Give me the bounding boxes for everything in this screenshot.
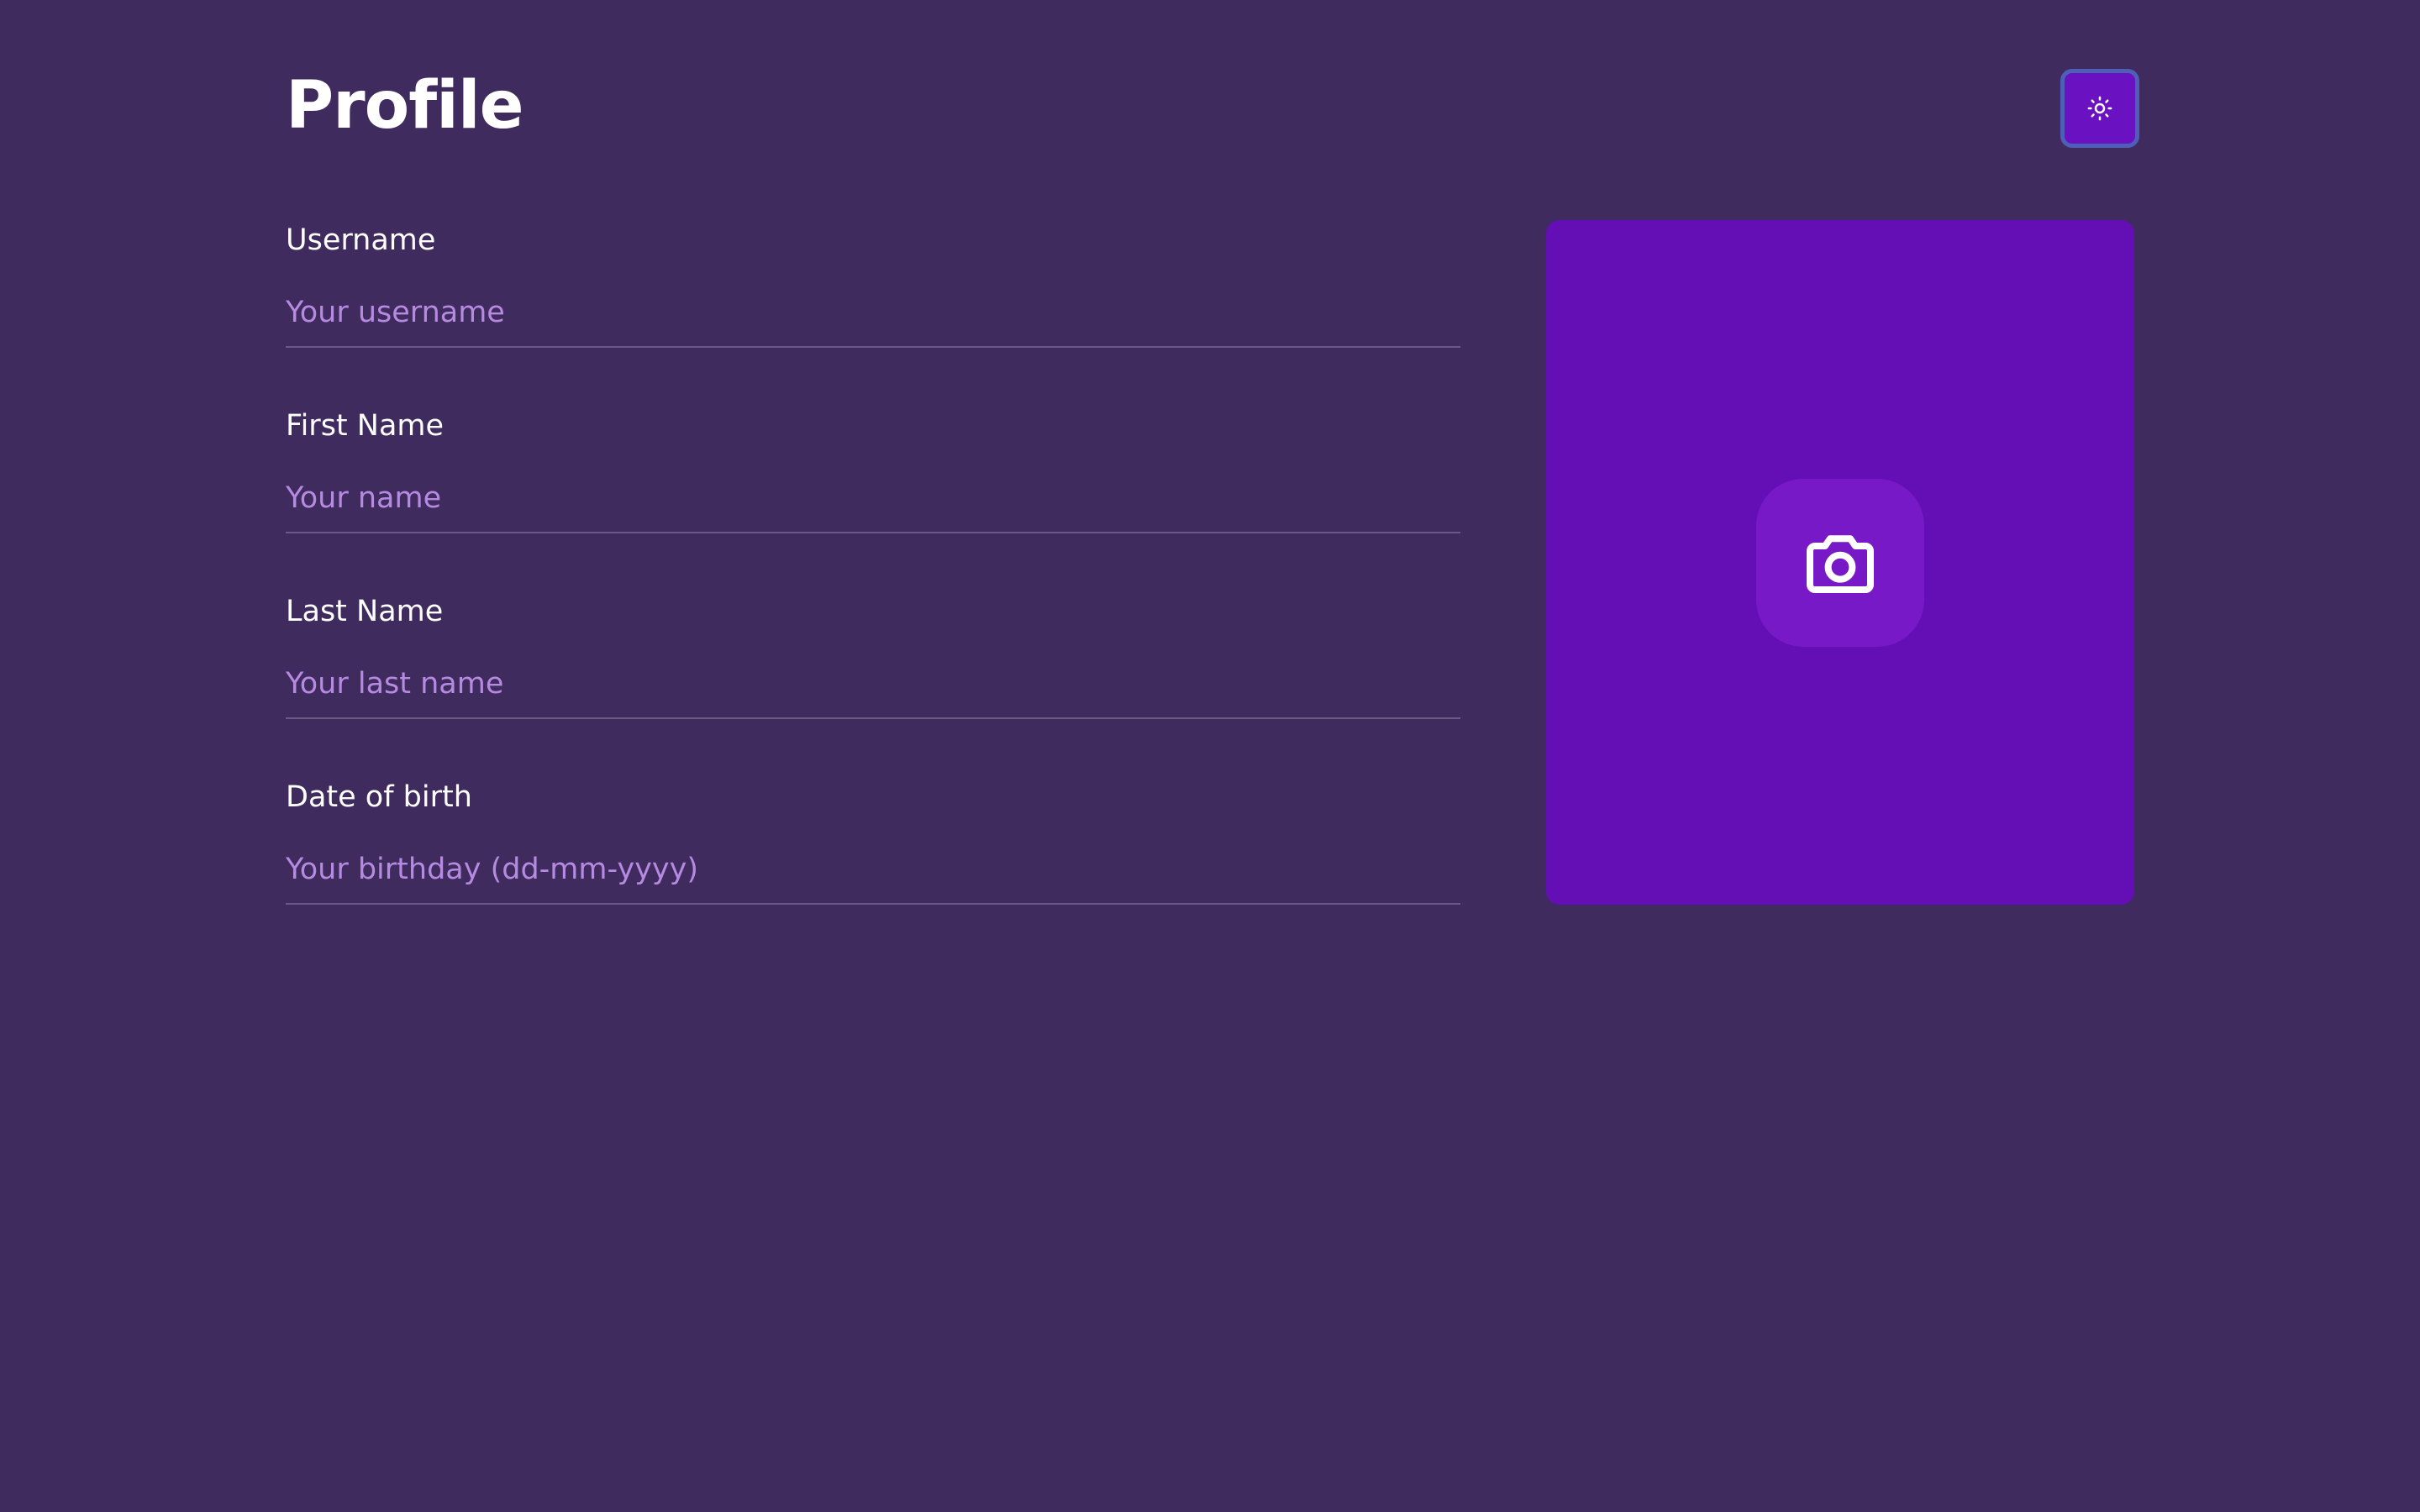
upload-photo-button[interactable] <box>1756 479 1924 647</box>
date-of-birth-label: Date of birth <box>286 780 472 814</box>
camera-icon <box>1807 535 1874 593</box>
username-label: Username <box>286 223 436 257</box>
page-title: Profile <box>286 68 524 144</box>
last-name-field-group: Last Name <box>286 591 1460 777</box>
last-name-label: Last Name <box>286 595 444 628</box>
date-of-birth-input[interactable] <box>286 836 1460 905</box>
first-name-field-group: First Name <box>286 406 1460 591</box>
first-name-label: First Name <box>286 409 445 443</box>
last-name-input[interactable] <box>286 650 1460 719</box>
username-input[interactable] <box>286 279 1460 348</box>
sun-icon <box>2087 96 2112 121</box>
first-name-input[interactable] <box>286 465 1460 533</box>
theme-toggle-button[interactable] <box>2060 69 2139 148</box>
username-field-group: Username <box>286 220 1460 406</box>
profile-form: Username First Name Last Name Date of bi… <box>286 220 1460 963</box>
date-of-birth-field-group: Date of birth <box>286 777 1460 963</box>
profile-photo-panel[interactable] <box>1546 220 2134 905</box>
